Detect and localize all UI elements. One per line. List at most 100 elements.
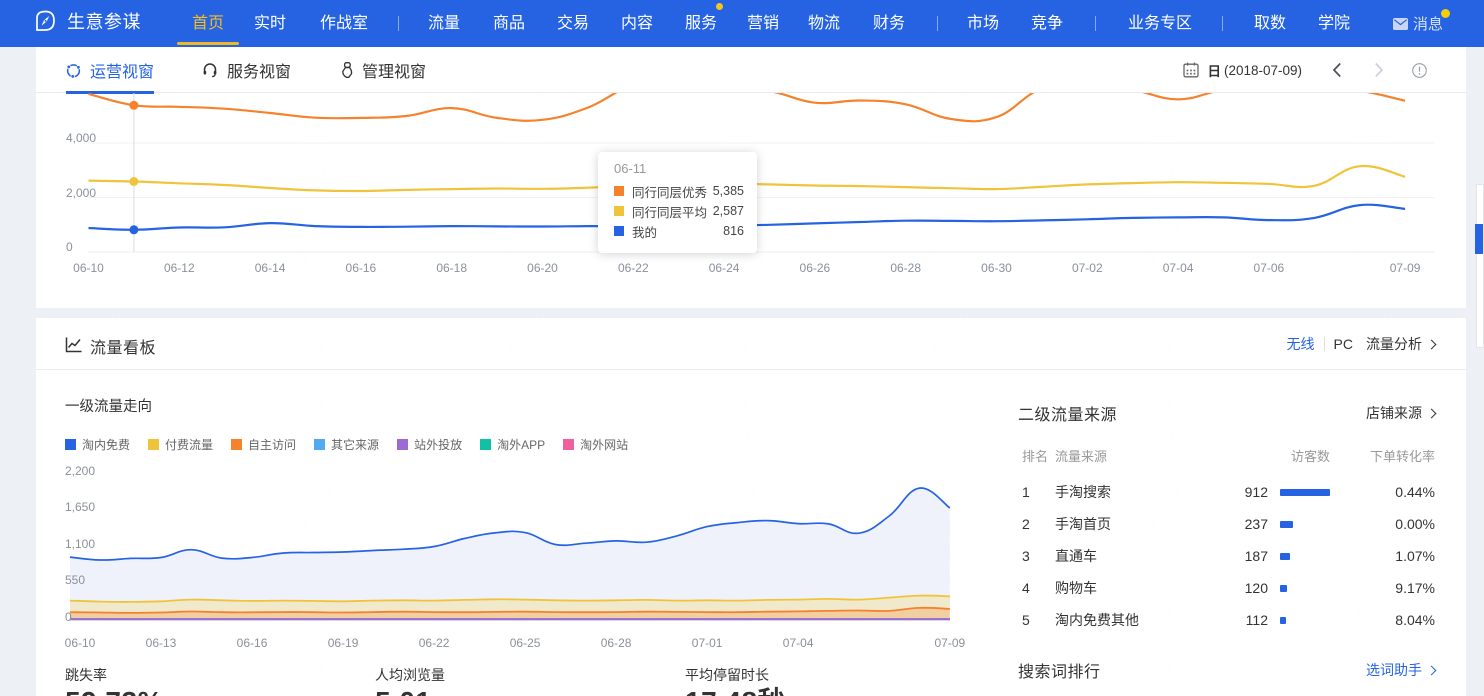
visitors-bar	[1268, 585, 1330, 592]
legend-swatch	[314, 439, 325, 450]
source-row-购物车[interactable]: 4购物车1209.17%	[1018, 572, 1435, 604]
nav-item-流量[interactable]: 流量	[428, 0, 460, 47]
conversion-cell: 0.00%	[1330, 516, 1435, 532]
traffic-trend-chart[interactable]: 05501,1001,6502,20006-1006-1306-1606-190…	[36, 458, 986, 648]
nav-item-实时[interactable]: 实时	[254, 0, 286, 47]
tab-管理视窗[interactable]: 管理视窗	[341, 47, 426, 93]
next-date-button[interactable]	[1374, 62, 1384, 78]
nav-item-商品[interactable]: 商品	[493, 0, 525, 47]
legend-item-其它来源[interactable]: 其它来源	[314, 436, 379, 453]
y-axis-label: 550	[65, 573, 85, 587]
legend-item-淘外网站[interactable]: 淘外网站	[563, 436, 628, 453]
sources-title: 二级流量来源	[1018, 401, 1117, 425]
visitors-cell: 120	[1203, 580, 1268, 596]
tooltip-series-label: 我的	[632, 222, 657, 241]
legend-swatch	[65, 439, 76, 450]
legend-swatch	[397, 439, 408, 450]
x-axis-label: 06-20	[523, 261, 563, 275]
tooltip-row: 我的816	[614, 221, 744, 241]
col-conversion: 下单转化率	[1330, 446, 1435, 462]
tab-运营视窗[interactable]: 运营视窗	[66, 47, 154, 93]
source-row-手淘首页[interactable]: 2手淘首页2370.00%	[1018, 508, 1435, 540]
nav-item-作战室[interactable]: 作战室	[320, 0, 368, 47]
source-name-cell: 淘内免费其他	[1055, 610, 1203, 630]
person-icon	[341, 62, 353, 79]
chevron-right-icon	[1427, 339, 1437, 349]
nav-item-内容[interactable]: 内容	[621, 0, 653, 47]
toggle-wireless[interactable]: 无线	[1287, 334, 1315, 354]
legend-item-站外投放[interactable]: 站外投放	[397, 436, 462, 453]
side-scrollbar[interactable]	[1476, 184, 1484, 348]
x-axis-label: 07-06	[1249, 261, 1289, 275]
legend-label: 站外投放	[414, 436, 462, 453]
search-words-title: 搜索词排行	[1018, 658, 1101, 682]
rank-cell: 3	[1018, 548, 1055, 564]
chevron-right-icon	[1427, 408, 1437, 418]
top-navbar: 生意参谋 首页实时作战室流量商品交易内容服务营销物流财务市场竞争业务专区取数学院…	[0, 0, 1484, 47]
nav-item-业务专区[interactable]: 业务专区	[1128, 0, 1192, 47]
benchmark-trend-chart[interactable]: 02,0004,00006-1006-1206-1406-1606-1806-2…	[36, 93, 1466, 307]
sync-icon	[66, 63, 81, 78]
stat-人均浏览量: 人均浏览量5.01	[375, 665, 445, 696]
legend-label: 自主访问	[248, 436, 296, 453]
y-axis-label: 1,100	[65, 537, 95, 551]
legend-item-淘外APP[interactable]: 淘外APP	[480, 436, 545, 453]
legend-item-自主访问[interactable]: 自主访问	[231, 436, 296, 453]
x-axis-label: 06-13	[141, 636, 181, 650]
nav-item-学院[interactable]: 学院	[1318, 0, 1350, 47]
view-tabbar: 日 (2018-07-09) 运营视窗 服务视窗 管理视窗	[36, 47, 1466, 93]
stat-value: 59.73%	[65, 687, 163, 696]
nav-message[interactable]: 消息	[1393, 0, 1443, 47]
source-row-直通车[interactable]: 3直通车1871.07%	[1018, 540, 1435, 572]
source-name-cell: 购物车	[1055, 578, 1203, 598]
date-picker[interactable]: 日 (2018-07-09)	[1183, 60, 1302, 80]
scrollbar-thumb[interactable]	[1475, 224, 1483, 254]
x-axis-label: 07-02	[1067, 261, 1107, 275]
x-axis-label: 06-18	[432, 261, 472, 275]
y-axis-label: 1,650	[65, 500, 95, 514]
legend-swatch	[563, 439, 574, 450]
legend-swatch	[148, 439, 159, 450]
legend-item-淘内免费[interactable]: 淘内免费	[65, 436, 130, 453]
headset-icon	[202, 62, 218, 78]
legend-label: 淘外网站	[580, 436, 628, 453]
info-icon[interactable]	[1412, 63, 1427, 78]
tab-服务视窗[interactable]: 服务视窗	[202, 47, 291, 93]
nav-item-首页[interactable]: 首页	[192, 0, 224, 47]
tooltip-series-value: 5,385	[707, 184, 744, 198]
tooltip-row: 同行同层平均2,587	[614, 201, 744, 221]
series-swatch	[614, 206, 624, 216]
x-axis-label: 07-09	[1385, 261, 1425, 275]
nav-item-服务[interactable]: 服务	[685, 0, 717, 47]
nav-item-取数[interactable]: 取数	[1254, 0, 1286, 47]
nav-divider	[937, 16, 938, 31]
x-axis-label: 06-28	[886, 261, 926, 275]
nav-item-财务[interactable]: 财务	[873, 0, 905, 47]
chevron-left-icon	[1332, 62, 1342, 78]
legend-item-付费流量[interactable]: 付费流量	[148, 436, 213, 453]
nav-item-物流[interactable]: 物流	[808, 0, 840, 47]
notification-dot	[716, 3, 723, 10]
stat-value: 17.48秒	[685, 687, 786, 696]
table-header: 排名流量来源访客数下单转化率	[1018, 446, 1435, 462]
traffic-dashboard-panel: 流量看板 无线 PC 流量分析 一级流量走向 淘内免费付费流量自主访问其它来源站…	[36, 318, 1466, 696]
x-axis-label: 06-26	[795, 261, 835, 275]
source-row-手淘搜索[interactable]: 1手淘搜索9120.44%	[1018, 476, 1435, 508]
nav-item-市场[interactable]: 市场	[967, 0, 999, 47]
chart-legend: 淘内免费 付费流量 自主访问 其它来源 站外投放 淘外APP 淘外网站	[65, 436, 646, 453]
toggle-divider	[1324, 337, 1325, 351]
nav-item-营销[interactable]: 营销	[747, 0, 779, 47]
prev-date-button[interactable]	[1332, 62, 1342, 78]
series-swatch	[614, 226, 624, 236]
shop-sources-link[interactable]: 店铺来源	[1366, 403, 1435, 423]
nav-item-竞争[interactable]: 竞争	[1031, 0, 1063, 47]
word-helper-link[interactable]: 选词助手	[1366, 660, 1435, 680]
traffic-analysis-link[interactable]: 流量分析	[1366, 334, 1435, 354]
source-name-cell: 直通车	[1055, 546, 1203, 566]
nav-item-交易[interactable]: 交易	[557, 0, 589, 47]
conversion-cell: 8.04%	[1330, 612, 1435, 628]
toggle-pc[interactable]: PC	[1334, 336, 1353, 352]
x-axis-label: 07-04	[778, 636, 818, 650]
source-row-淘内免费其他[interactable]: 5淘内免费其他1128.04%	[1018, 604, 1435, 636]
date-value: (2018-07-09)	[1224, 63, 1302, 78]
